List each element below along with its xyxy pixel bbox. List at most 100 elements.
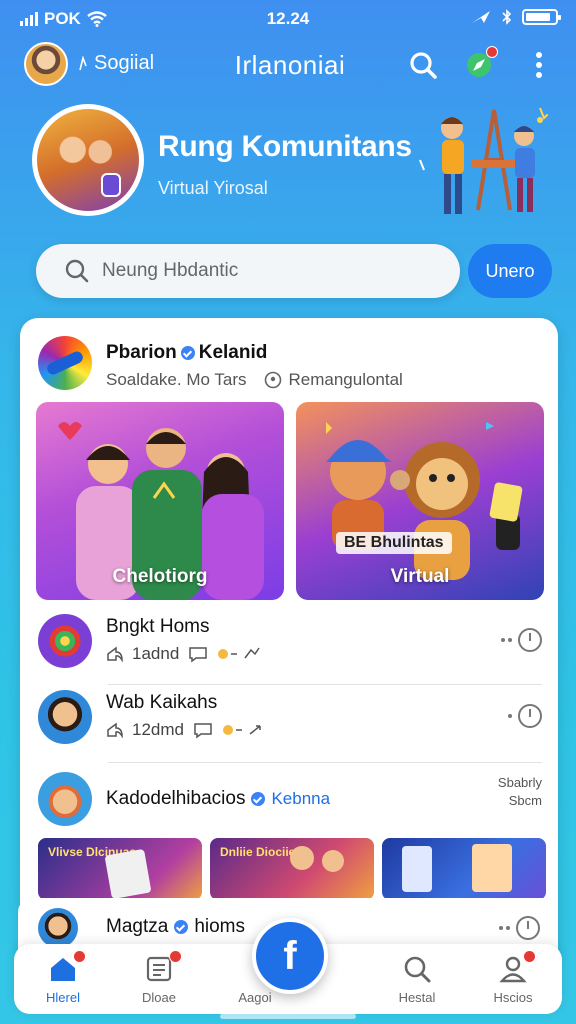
card-graphic [472,844,512,892]
divider [108,762,542,763]
list-item[interactable]: Bngkt Homs 1adnd [38,614,542,684]
post-meta-left: Soaldake. Mo Tars [106,370,247,389]
post-meta: Soaldake. Mo Tars Remangulontal [106,370,403,390]
community-photo [37,109,139,211]
list-item-side: Sbabrly Sbcm [498,774,542,810]
search-submit-button[interactable]: Unero [468,244,552,298]
home-indicator [220,1014,356,1019]
list-item[interactable]: Kadodelhibacios Kebnna Sbabrly Sbcm [38,772,542,842]
nav-badge [169,950,182,963]
top-bar: Sogiial Irlanoniai [0,40,576,90]
bluetooth-icon [502,9,512,25]
list-item-count: 12dmd [132,720,184,739]
clock-icon [518,704,542,728]
search-button[interactable] [406,48,440,82]
list-item-meta: 1adnd [106,644,261,664]
list-item-tag: Kebnna [271,789,331,808]
media-tile-2-caption: Virtual [390,566,450,587]
more-dots-icon [508,714,512,718]
list-item-more[interactable] [501,628,542,652]
post-location: Remangulontal [264,370,403,390]
strip-tile-1[interactable]: Vlivse Dlcinuas [38,838,202,900]
thumbnail-strip: Vlivse Dlcinuas Dnliie Diociiedc [38,838,546,900]
post-author-avatar[interactable] [38,336,92,390]
person-graphic [290,846,314,870]
nav-label: Hlerel [46,990,80,1005]
list-item-title: Wab Kaikahs [106,692,218,713]
battery-icon [522,9,561,25]
home-icon [48,950,86,984]
logo-mark [45,349,85,377]
nav-label: Dloae [142,990,176,1005]
nav-item-search[interactable]: Hestal [372,954,462,1005]
list-item-title: Bngkt Homs [106,616,210,637]
kids-illustration [419,107,548,214]
list-item-title: Kadodelhibacios [106,788,246,809]
list-item-avatar [38,614,92,668]
facebook-fab-button[interactable]: f [252,918,328,994]
list-item-side-top: Sbabrly [497,775,542,790]
notifications-button[interactable] [462,46,498,82]
clock-icon [516,916,540,940]
list-item-meta: 12dmd [106,720,266,740]
community-subtitle: Virtual Yirosal [158,178,268,198]
verified-icon [180,346,195,360]
nav-label: Hscios [493,990,533,1005]
list-item-avatar [38,690,92,744]
profile-icon [498,950,536,984]
list-item-more[interactable] [508,704,542,728]
search-field[interactable] [36,244,460,298]
strip-tile-3[interactable] [382,838,546,900]
nav-badge [73,950,86,963]
community-avatar[interactable] [32,104,144,216]
feed-card: Pbarion Kelanid Soaldake. Mo Tars Remang… [20,318,558,958]
status-bar: POK 12.24 [0,0,576,36]
post-header[interactable]: Pbarion Kelanid Soaldake. Mo Tars Remang… [38,336,538,396]
nav-item-home[interactable]: Hlerel [18,950,108,1005]
more-dots-icon [501,638,512,642]
user-name-row[interactable]: Sogiial [78,52,154,75]
location-arrow-icon [472,11,490,23]
list-item-avatar [38,772,92,826]
share-icon [107,646,123,662]
search-icon [402,954,432,984]
divider [108,684,542,685]
nav-item-news[interactable]: Dloae [114,950,204,1005]
next-post-avatar [38,908,78,948]
strip-tile-2[interactable]: Dnliie Diociiedc [210,838,374,900]
phone-graphic [104,848,152,900]
sparkle-icon [79,55,87,70]
list-item-count: 1adnd [132,644,180,663]
location-pin-icon [265,371,282,389]
next-post-more[interactable] [499,916,540,940]
post-author-row: Pbarion Kelanid [106,342,267,364]
list-item[interactable]: Wab Kaikahs 12dmd [38,690,542,760]
media-tile-2[interactable]: BE Bhulintas Virtual [296,402,544,600]
next-post-title-row: Magtza hioms [106,916,245,938]
community-title: Rung Komunitans [158,130,412,163]
media-tile-1-caption: Chelotiorg [112,566,208,587]
notification-badge [486,46,498,58]
nav-item-profile[interactable]: Hscios [468,950,558,1005]
media-tile-1[interactable]: Chelotiorg [36,402,284,600]
comment-icon [189,647,208,663]
news-icon [144,950,182,984]
community-header: Rung Komunitans Virtual Yirosal [0,100,576,230]
nav-badge [523,950,536,963]
search-field-icon [65,259,89,283]
media-tile-2-banner: BE Bhulintas [336,532,452,554]
user-avatar[interactable] [24,42,68,86]
phone-icon [101,173,121,197]
reaction-icon [218,647,260,659]
person-graphic [322,850,344,872]
card-graphic [402,846,432,892]
app-title: Irlanoniai [234,50,346,80]
more-menu-button[interactable] [522,48,556,82]
search-input[interactable] [102,260,422,282]
post-author-name[interactable]: Pbarion [106,342,177,364]
reaction-icon [222,725,261,735]
search-icon [410,52,437,79]
nav-label: Hestal [398,990,436,1005]
post-location-label: Remangulontal [288,370,403,389]
next-post-tag: hioms [194,916,245,937]
